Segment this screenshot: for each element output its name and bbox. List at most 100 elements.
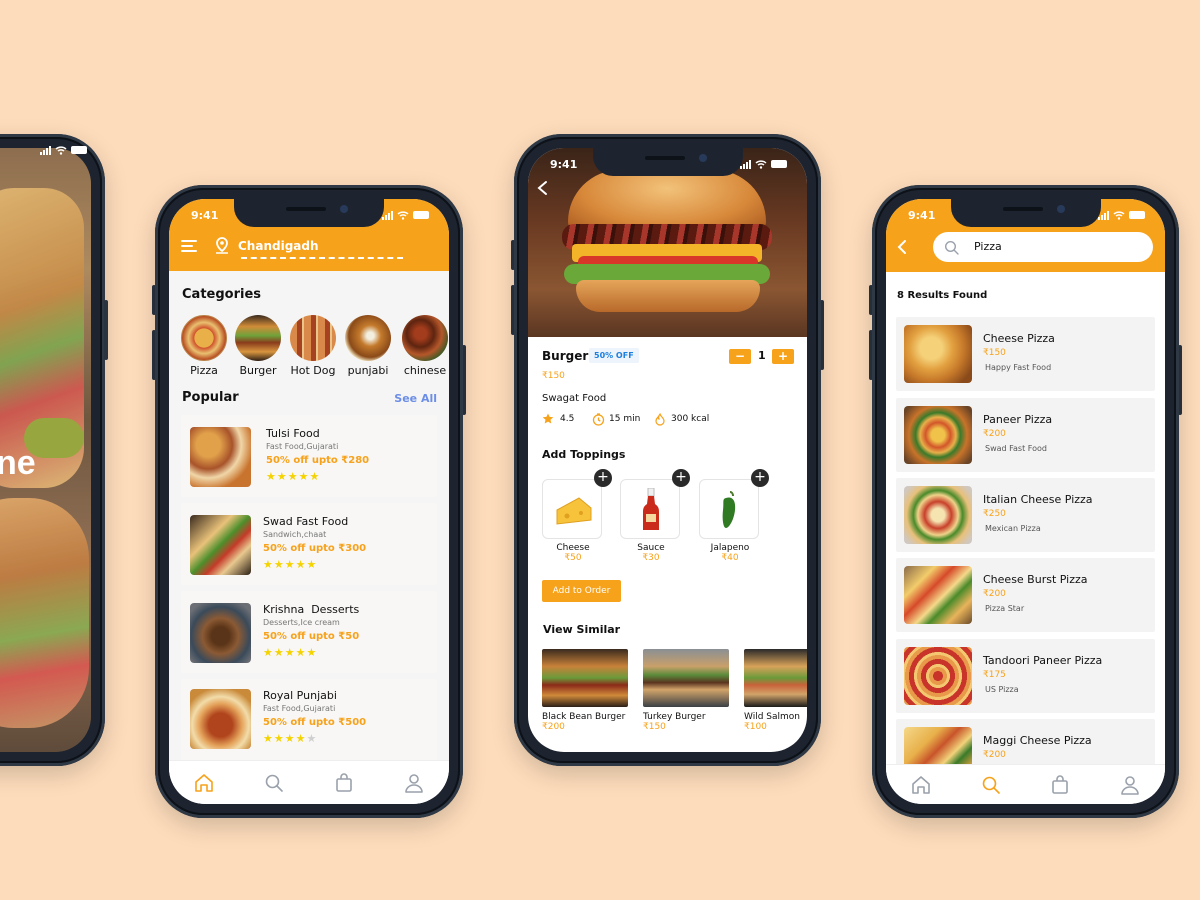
result-card[interactable]: Tandoori Paneer Pizza ₹175 US Pizza [896, 639, 1155, 713]
result-image [904, 325, 972, 383]
profile-icon[interactable] [403, 772, 425, 794]
add-topping-icon[interactable]: + [751, 469, 769, 487]
profile-icon[interactable] [1119, 774, 1141, 796]
result-card[interactable]: Cheese Burst Pizza ₹200 Pizza Star [896, 558, 1155, 632]
categories-title: Categories [182, 287, 262, 302]
status-time: 9:41 [908, 208, 936, 222]
bag-icon[interactable] [333, 772, 355, 794]
status-icons [40, 145, 87, 155]
topping-card [620, 479, 680, 539]
restaurant-card[interactable]: Swad Fast Food Sandwich,chaat 50% off up… [181, 503, 437, 585]
topping-sauce[interactable]: + Sauce ₹30 [620, 469, 690, 563]
bottom-tab-bar [169, 760, 449, 804]
result-card[interactable]: Cheese Pizza ₹150 Happy Fast Food [896, 317, 1155, 391]
category-item-punjabi[interactable]: punjabi [342, 315, 394, 377]
quantity-decrease-button[interactable]: − [729, 349, 751, 364]
battery-icon [413, 211, 429, 219]
bag-icon[interactable] [1049, 774, 1071, 796]
battery-icon [1129, 211, 1145, 219]
category-label: chinese [403, 364, 447, 377]
similar-item[interactable]: Turkey Burger ₹150 [643, 649, 729, 732]
result-name: Cheese Burst Pizza [983, 573, 1088, 586]
home-icon[interactable] [910, 774, 932, 796]
restaurant-offer: 50% off upto ₹500 [263, 717, 367, 728]
topping-price: ₹30 [642, 553, 660, 563]
bottom-tab-bar [886, 764, 1165, 804]
location-pin-icon [216, 237, 228, 254]
phone-1: ne [0, 134, 105, 766]
result-name: Maggi Cheese Pizza [983, 734, 1092, 747]
topping-price: ₹50 [564, 553, 582, 563]
quantity-value: 1 [758, 349, 766, 362]
similar-item-price: ₹100 [744, 722, 767, 732]
location-label[interactable]: Chandigadh [238, 239, 319, 253]
wifi-icon [755, 159, 767, 169]
restaurant-card[interactable]: Tulsi Food Fast Food,Gujarati 50% off up… [181, 415, 437, 497]
restaurant-card[interactable]: Krishna Desserts Desserts,Ice cream 50% … [181, 591, 437, 673]
result-price: ₹200 [983, 429, 1006, 439]
discount-badge: 50% OFF [589, 348, 639, 363]
battery-icon [71, 146, 87, 154]
home-icon[interactable] [193, 772, 215, 794]
result-name: Italian Cheese Pizza [983, 493, 1093, 506]
signal-icon [740, 159, 751, 169]
similar-item[interactable]: Wild Salmon ₹100 [744, 649, 807, 732]
status-bar [27, 142, 87, 158]
topping-cheese[interactable]: + Cheese ₹50 [542, 469, 612, 563]
search-input[interactable]: Pizza [933, 232, 1153, 262]
results-count: 8 Results Found [897, 290, 988, 301]
status-bar: 9:41 [550, 156, 787, 172]
add-topping-icon[interactable]: + [594, 469, 612, 487]
add-to-order-button[interactable]: Add to Order [542, 580, 621, 602]
result-place: Mexican Pizza [985, 524, 1041, 533]
rating-stars: ★★★★★ [263, 558, 318, 571]
category-item-chinese[interactable]: chinese [397, 315, 449, 377]
result-card[interactable]: Italian Cheese Pizza ₹250 Mexican Pizza [896, 478, 1155, 552]
search-icon[interactable] [980, 774, 1002, 796]
result-image [904, 406, 972, 464]
back-arrow-icon[interactable] [896, 239, 908, 255]
result-image [904, 647, 972, 705]
result-price: ₹175 [983, 670, 1006, 680]
similar-item-name: Turkey Burger [643, 712, 706, 722]
similar-item-image [744, 649, 807, 707]
chinese-dish-icon [402, 315, 448, 361]
add-topping-icon[interactable]: + [672, 469, 690, 487]
restaurant-name: Krishna Desserts [263, 603, 360, 616]
signal-icon [1098, 210, 1109, 220]
result-place: Pizza Star [985, 604, 1025, 613]
sauce-bottle-icon [643, 488, 659, 530]
topping-name: Sauce [637, 543, 665, 553]
jalapeno-icon [722, 491, 736, 528]
burger-hero-image [528, 148, 807, 337]
restaurant-offer: 50% off upto ₹280 [266, 455, 370, 466]
quantity-increase-button[interactable]: + [772, 349, 794, 364]
calories: 300 kcal [671, 414, 710, 424]
battery-icon [771, 160, 787, 168]
similar-item-name: Wild Salmon [744, 712, 800, 722]
location-underline [241, 257, 403, 259]
menu-icon[interactable] [181, 239, 197, 253]
wifi-icon [55, 145, 67, 155]
status-time: 9:41 [191, 208, 219, 222]
phone-1-screen: ne [0, 148, 91, 752]
similar-item[interactable]: Black Bean Burger ₹200 [542, 649, 628, 732]
topping-card [699, 479, 759, 539]
category-item-hotdog[interactable]: Hot Dog [287, 315, 339, 377]
restaurant-card[interactable]: Royal Punjabi Fast Food,Gujarati 50% off… [181, 679, 437, 761]
similar-item-price: ₹200 [542, 722, 565, 732]
category-item-burger[interactable]: Burger [233, 315, 283, 377]
search-icon[interactable] [263, 772, 285, 794]
restaurant-image [190, 689, 251, 749]
category-label: Pizza [190, 364, 218, 377]
result-card[interactable]: Paneer Pizza ₹200 Swad Fast Food [896, 398, 1155, 472]
status-icons [1098, 210, 1145, 220]
see-all-link[interactable]: See All [394, 392, 437, 405]
back-arrow-icon[interactable] [536, 180, 550, 196]
flame-icon [655, 413, 665, 426]
result-price: ₹250 [983, 509, 1006, 519]
topping-jalapeno[interactable]: + Jalapeno ₹40 [699, 469, 769, 563]
category-item-pizza[interactable]: Pizza [180, 315, 228, 377]
restaurant-offer: 50% off upto ₹300 [263, 543, 367, 554]
phone-4-screen: Pizza 9:41 8 Results Found Cheese Pizza … [886, 199, 1165, 804]
